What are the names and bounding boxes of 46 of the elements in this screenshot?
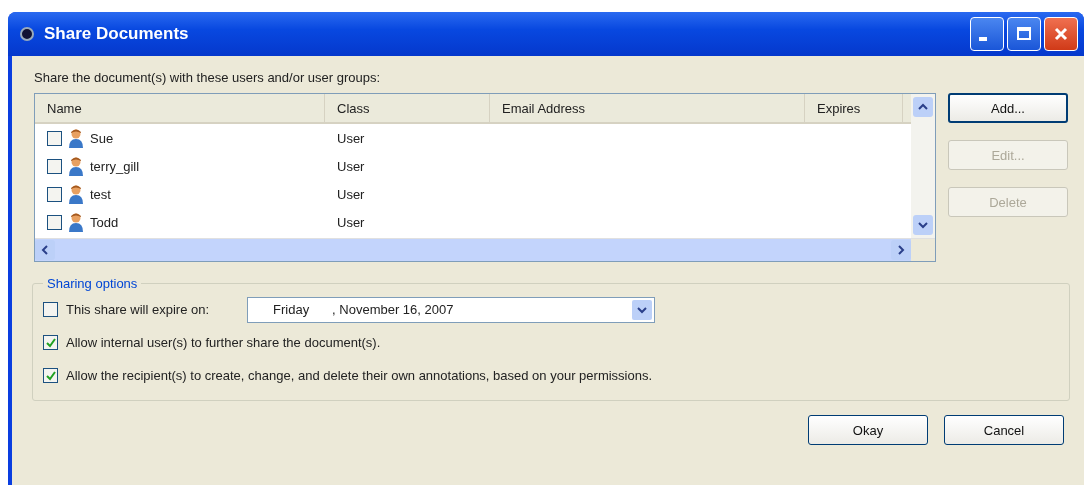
user-icon bbox=[68, 184, 84, 204]
checkbox[interactable] bbox=[47, 186, 62, 202]
window-title: Share Documents bbox=[44, 24, 190, 44]
user-icon bbox=[68, 156, 84, 176]
vertical-scrollbar[interactable] bbox=[911, 94, 935, 238]
scroll-up-icon[interactable] bbox=[913, 97, 933, 117]
checkbox[interactable] bbox=[43, 368, 58, 383]
column-header[interactable]: Expires bbox=[805, 94, 903, 122]
user-icon bbox=[68, 212, 84, 232]
minimize-icon bbox=[979, 37, 987, 41]
checkbox[interactable] bbox=[43, 302, 58, 317]
table-cell: Todd bbox=[90, 214, 119, 230]
checkbox[interactable] bbox=[43, 335, 58, 350]
checkbox[interactable] bbox=[47, 130, 62, 146]
table-cell: test bbox=[90, 186, 111, 202]
minimize-button[interactable] bbox=[970, 17, 1004, 51]
window-icon bbox=[20, 27, 34, 41]
user-icon bbox=[68, 128, 84, 148]
dropdown-caret-icon[interactable] bbox=[632, 299, 653, 320]
column-header[interactable]: Name bbox=[35, 94, 325, 122]
option-label: Allow the recipient(s) to create, change, and delete their own annotations, based on your permissions. bbox=[66, 368, 653, 383]
option-label: Allow internal user(s) to further share the document(s). bbox=[66, 335, 381, 350]
dialog-button[interactable]: Cancel bbox=[944, 415, 1064, 445]
horizontal-scrollbar[interactable] bbox=[35, 238, 935, 261]
table-cell: Sue bbox=[90, 130, 114, 146]
scroll-left-icon[interactable] bbox=[35, 240, 55, 260]
table-cell: terry_gill bbox=[90, 158, 140, 174]
column-header[interactable]: Class bbox=[325, 94, 490, 122]
option-label: This share will expire on: bbox=[66, 302, 210, 317]
table-cell: User bbox=[337, 214, 365, 230]
date-picker[interactable]: Friday , November 16, 2007 bbox=[247, 296, 656, 323]
maximize-button[interactable] bbox=[1007, 17, 1041, 51]
group-title: Sharing options bbox=[46, 276, 139, 291]
table-cell: User bbox=[337, 158, 365, 174]
table-cell: User bbox=[337, 186, 365, 202]
scroll-right-icon[interactable] bbox=[891, 240, 911, 260]
side-button[interactable]: Add... bbox=[948, 93, 1068, 123]
scroll-down-icon[interactable] bbox=[913, 215, 933, 235]
close-button[interactable] bbox=[1044, 17, 1078, 51]
column-header[interactable]: Email Address bbox=[490, 94, 805, 122]
table-cell: User bbox=[337, 130, 365, 146]
scrollbar-corner bbox=[911, 239, 935, 261]
checkbox[interactable] bbox=[47, 214, 62, 230]
dialog-button[interactable]: Okay bbox=[808, 415, 928, 445]
checkbox[interactable] bbox=[47, 158, 62, 174]
instruction-text: Share the document(s) with these users and/or user groups: bbox=[34, 70, 382, 85]
